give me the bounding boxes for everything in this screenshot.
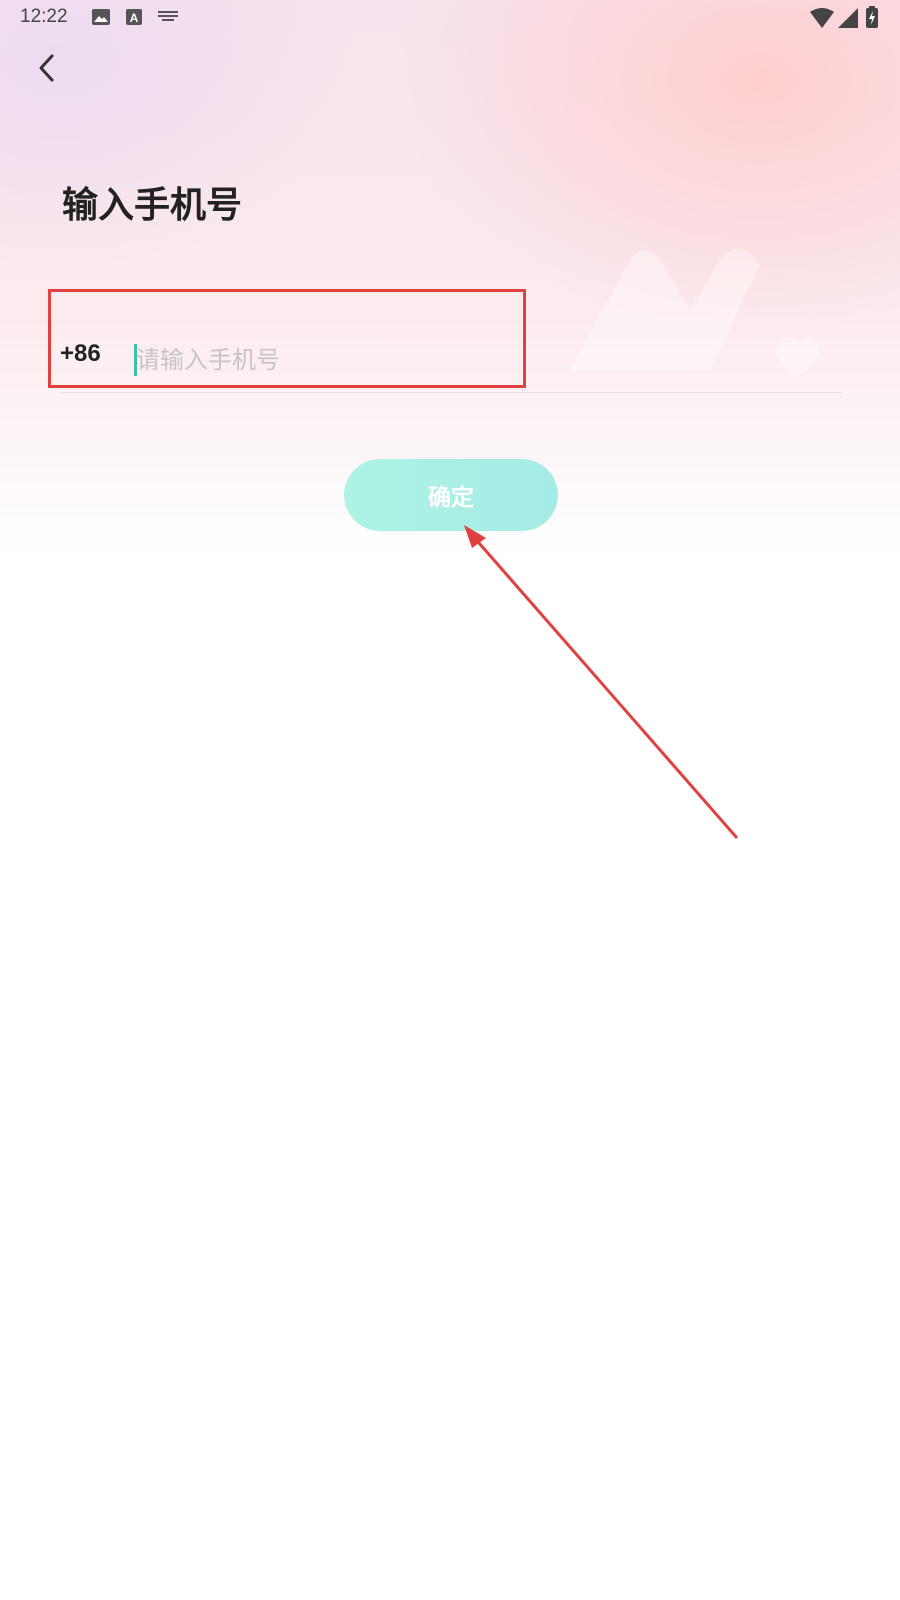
keyboard-icon bbox=[158, 11, 178, 21]
status-bar: 12:22 A bbox=[0, 0, 900, 36]
back-button[interactable] bbox=[26, 48, 66, 88]
battery-charging-icon bbox=[866, 6, 878, 28]
status-time: 12:22 bbox=[20, 6, 68, 27]
text-a-icon: A bbox=[126, 9, 142, 25]
svg-text:A: A bbox=[130, 11, 139, 25]
cellular-icon bbox=[838, 8, 858, 28]
annotation-highlight-box bbox=[48, 289, 526, 388]
confirm-button[interactable]: 确定 bbox=[344, 459, 558, 531]
wifi-icon bbox=[810, 8, 834, 28]
page-title: 输入手机号 bbox=[62, 185, 243, 226]
chevron-left-icon bbox=[39, 54, 54, 82]
image-icon bbox=[92, 9, 110, 25]
